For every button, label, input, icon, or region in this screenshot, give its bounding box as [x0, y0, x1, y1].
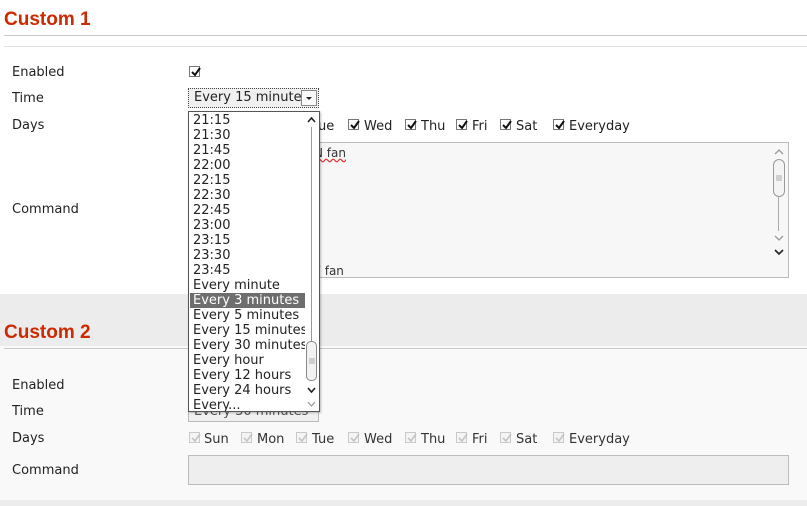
- day-label-wed: Wed: [364, 432, 393, 447]
- day-label-fri: Fri: [472, 119, 488, 134]
- dropdown-option[interactable]: Every 12 hours: [190, 368, 305, 383]
- day-label-everyday: Everyday: [569, 119, 630, 134]
- dropdown-option[interactable]: 22:45: [190, 203, 305, 218]
- day-checkbox-thu[interactable]: [405, 432, 417, 443]
- day-checkbox-tue[interactable]: [296, 432, 308, 443]
- dropdown-option[interactable]: 22:00: [190, 158, 305, 173]
- check-icon: [458, 120, 468, 130]
- dropdown-option[interactable]: 21:15: [190, 113, 305, 128]
- day-checkbox-sat[interactable]: [500, 119, 512, 130]
- dropdown-scrollbar[interactable]: [305, 113, 318, 410]
- day-label-thu: Thu: [421, 119, 446, 134]
- command-label: Command: [12, 463, 79, 478]
- dropdown-option[interactable]: 21:45: [190, 143, 305, 158]
- dropdown-option[interactable]: Every 30 minutes: [190, 338, 307, 353]
- check-icon: [407, 433, 417, 443]
- days-label: Days: [12, 431, 45, 446]
- day-label-fri: Fri: [472, 432, 488, 447]
- day-checkbox-thu[interactable]: [405, 119, 417, 130]
- check-icon: [502, 120, 512, 130]
- chevron-down-icon: [307, 401, 316, 407]
- day-checkbox-everyday[interactable]: [553, 119, 565, 130]
- scroll-up-icon: [774, 149, 784, 155]
- time-select[interactable]: Every 15 minutes: [188, 88, 319, 108]
- dropdown-option[interactable]: 21:30: [190, 128, 305, 143]
- enabled-label: Enabled: [12, 378, 65, 393]
- textarea-scroll-thumb[interactable]: [773, 159, 785, 197]
- time-select-value: Every 15 minutes: [194, 90, 309, 105]
- dropdown-option[interactable]: 22:15: [190, 173, 305, 188]
- dropdown-option[interactable]: Every hour: [190, 353, 305, 368]
- dropdown-option[interactable]: 22:30: [190, 188, 305, 203]
- day-checkbox-fri[interactable]: [456, 119, 468, 130]
- dropdown-option[interactable]: Every 24 hours: [190, 383, 305, 398]
- command-label: Command: [12, 202, 79, 217]
- dropdown-option[interactable]: Every minute: [190, 278, 305, 293]
- check-icon: [502, 433, 512, 443]
- dropdown-option[interactable]: Every 3 minutes: [190, 293, 305, 308]
- chevron-down-icon: [774, 249, 784, 256]
- day-checkbox-everyday[interactable]: [553, 432, 565, 443]
- day-checkbox-sat[interactable]: [500, 432, 512, 443]
- page-footer-band: [0, 500, 807, 506]
- chevron-down-icon: [301, 90, 317, 106]
- scroll-up-icon: [307, 116, 316, 123]
- day-checkbox-mon[interactable]: [241, 432, 253, 443]
- day-label-sun: Sun: [204, 432, 229, 447]
- dropdown-option[interactable]: 23:45: [190, 263, 305, 278]
- custom-2-title-rule: [4, 348, 807, 349]
- check-icon: [407, 120, 417, 130]
- day-label-sat: Sat: [516, 119, 538, 134]
- custom-1-title-rule: [4, 35, 807, 36]
- dropdown-option[interactable]: Every 15 minutes: [190, 323, 307, 338]
- day-checkbox-sun[interactable]: [189, 432, 201, 443]
- custom-2-title: Custom 2: [4, 322, 91, 343]
- day-label-everyday: Everyday: [569, 432, 630, 447]
- dropdown-option[interactable]: 23:00: [190, 218, 305, 233]
- day-label-mon: Mon: [257, 432, 285, 447]
- custom-1-title-rule-light: [4, 46, 807, 47]
- check-icon: [458, 433, 468, 443]
- day-checkbox-fri[interactable]: [456, 432, 468, 443]
- dropdown-option[interactable]: 23:15: [190, 233, 305, 248]
- day-label-sat: Sat: [516, 432, 538, 447]
- check-icon: [555, 120, 565, 130]
- day-label-wed: Wed: [364, 119, 393, 134]
- dropdown-option[interactable]: 23:30: [190, 248, 305, 263]
- enabled-label: Enabled: [12, 65, 65, 80]
- dropdown-scroll-thumb[interactable]: [306, 341, 317, 381]
- time-label: Time: [12, 91, 44, 106]
- check-icon: [243, 433, 253, 443]
- command-textarea-disabled[interactable]: [188, 455, 789, 485]
- days-label: Days: [12, 118, 45, 133]
- enabled-checkbox[interactable]: [189, 66, 201, 77]
- dropdown-option[interactable]: Every 5 minutes: [190, 308, 305, 323]
- dropdown-option[interactable]: Every...: [190, 398, 305, 411]
- day-checkbox-wed[interactable]: [348, 119, 360, 130]
- custom-1-title: Custom 1: [4, 9, 91, 30]
- day-label-tue: Tue: [312, 432, 335, 447]
- check-icon: [298, 433, 308, 443]
- day-checkbox-wed[interactable]: [348, 432, 360, 443]
- check-icon: [555, 433, 565, 443]
- check-icon: [191, 67, 201, 77]
- scroll-down-icon: [774, 235, 784, 241]
- time-dropdown-list[interactable]: 21:15 21:30 21:45 22:00 22:15 22:30 22:45 23:00…: [188, 111, 320, 412]
- scroll-down-icon: [307, 387, 316, 394]
- textarea-scrollbar[interactable]: [772, 147, 786, 273]
- day-label-thu: Thu: [421, 432, 446, 447]
- check-icon: [350, 433, 360, 443]
- check-icon: [191, 433, 201, 443]
- check-icon: [350, 120, 360, 130]
- time-label: Time: [12, 404, 44, 419]
